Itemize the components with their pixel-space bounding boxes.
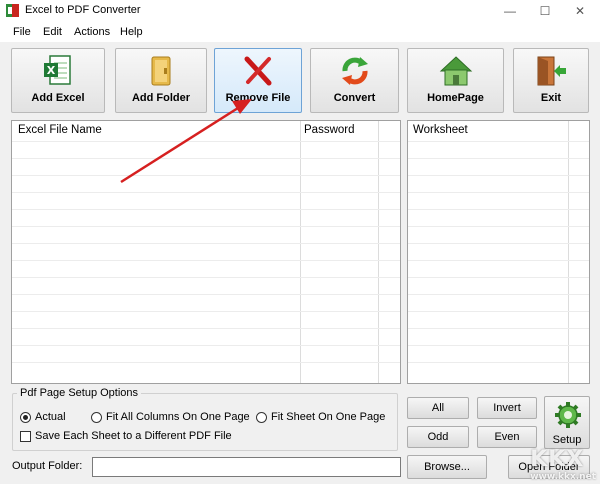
row-line: [12, 311, 400, 312]
column-divider: [378, 121, 379, 383]
minimize-icon[interactable]: —: [495, 0, 525, 22]
row-line: [408, 209, 589, 210]
row-line: [408, 311, 589, 312]
row-line: [408, 260, 589, 261]
radio-fit-sheet[interactable]: [256, 412, 267, 423]
watermark-url: www.kkx.net: [530, 472, 596, 482]
row-line: [12, 294, 400, 295]
menu-edit[interactable]: Edit: [40, 24, 65, 40]
watermark-main: KKX: [530, 447, 585, 472]
radio-fit-columns-label[interactable]: Fit All Columns On One Page: [106, 411, 250, 423]
invert-selection-button[interactable]: Invert: [477, 397, 537, 419]
column-divider: [300, 121, 301, 383]
radio-actual-label[interactable]: Actual: [35, 411, 66, 423]
app-icon: [6, 4, 19, 17]
row-line: [408, 362, 589, 363]
page-setup-title: Pdf Page Setup Options: [17, 387, 142, 399]
add-excel-label: Add Excel: [31, 92, 85, 104]
save-each-sheet-label[interactable]: Save Each Sheet to a Different PDF File: [35, 430, 232, 442]
row-line: [408, 328, 589, 329]
radio-fit-sheet-label[interactable]: Fit Sheet On One Page: [271, 411, 385, 423]
select-odd-button[interactable]: Odd: [407, 426, 469, 448]
column-header-password[interactable]: Password: [304, 124, 355, 136]
page-setup-group: Pdf Page Setup Options Actual Fit All Co…: [12, 387, 398, 451]
menu-bar: File Edit Actions Help: [0, 22, 600, 42]
convert-label: Convert: [333, 92, 376, 104]
row-line: [408, 175, 589, 176]
home-icon: [439, 56, 472, 86]
row-line: [12, 226, 400, 227]
maximize-icon[interactable]: ☐: [530, 0, 560, 22]
svg-text:X: X: [47, 64, 56, 77]
file-list-table[interactable]: Excel File Name Password: [11, 120, 401, 384]
select-even-button[interactable]: Even: [477, 426, 537, 448]
menu-actions[interactable]: Actions: [71, 24, 113, 40]
setup-label: Setup: [552, 434, 582, 446]
close-icon[interactable]: ✕: [565, 0, 595, 22]
gear-icon: [555, 402, 581, 428]
folder-icon: [151, 56, 171, 86]
row-line: [408, 294, 589, 295]
row-line: [408, 192, 589, 193]
menu-help[interactable]: Help: [117, 24, 146, 40]
row-line: [408, 226, 589, 227]
row-line: [12, 175, 400, 176]
convert-icon: [341, 57, 368, 85]
row-line: [408, 141, 589, 142]
row-line: [12, 141, 400, 142]
worksheet-list-table[interactable]: Worksheet: [407, 120, 590, 384]
excel-icon: X: [44, 55, 71, 85]
watermark: KKX www.kkx.net: [530, 447, 596, 482]
column-header-worksheet[interactable]: Worksheet: [413, 124, 468, 136]
column-header-file-name[interactable]: Excel File Name: [18, 124, 102, 136]
window-title: Excel to PDF Converter: [25, 4, 141, 16]
row-line: [12, 260, 400, 261]
output-folder-label: Output Folder:: [12, 460, 83, 472]
add-excel-button[interactable]: X Add Excel: [11, 48, 105, 113]
menu-file[interactable]: File: [10, 24, 34, 40]
row-line: [408, 243, 589, 244]
row-line: [12, 277, 400, 278]
row-line: [12, 192, 400, 193]
add-folder-button[interactable]: Add Folder: [115, 48, 207, 113]
row-line: [12, 209, 400, 210]
output-folder-input[interactable]: [92, 457, 401, 477]
remove-x-icon: [244, 56, 272, 86]
convert-button[interactable]: Convert: [310, 48, 399, 113]
save-each-sheet-checkbox[interactable]: [20, 431, 31, 442]
row-line: [12, 243, 400, 244]
add-folder-label: Add Folder: [131, 92, 191, 104]
row-line: [12, 328, 400, 329]
remove-file-button[interactable]: Remove File: [214, 48, 302, 113]
column-divider: [568, 121, 569, 383]
radio-actual[interactable]: [20, 412, 31, 423]
radio-fit-columns[interactable]: [91, 412, 102, 423]
browse-button[interactable]: Browse...: [407, 455, 487, 479]
row-line: [408, 277, 589, 278]
exit-door-icon: [537, 56, 566, 86]
select-all-button[interactable]: All: [407, 397, 469, 419]
remove-file-label: Remove File: [225, 92, 291, 104]
row-line: [12, 345, 400, 346]
row-line: [12, 362, 400, 363]
row-line: [408, 345, 589, 346]
homepage-button[interactable]: HomePage: [407, 48, 504, 113]
setup-button[interactable]: Setup: [544, 396, 590, 449]
row-line: [408, 158, 589, 159]
exit-label: Exit: [540, 92, 562, 104]
row-line: [12, 158, 400, 159]
exit-button[interactable]: Exit: [513, 48, 589, 113]
homepage-label: HomePage: [427, 92, 484, 104]
title-bar: Excel to PDF Converter — ☐ ✕: [0, 0, 600, 22]
